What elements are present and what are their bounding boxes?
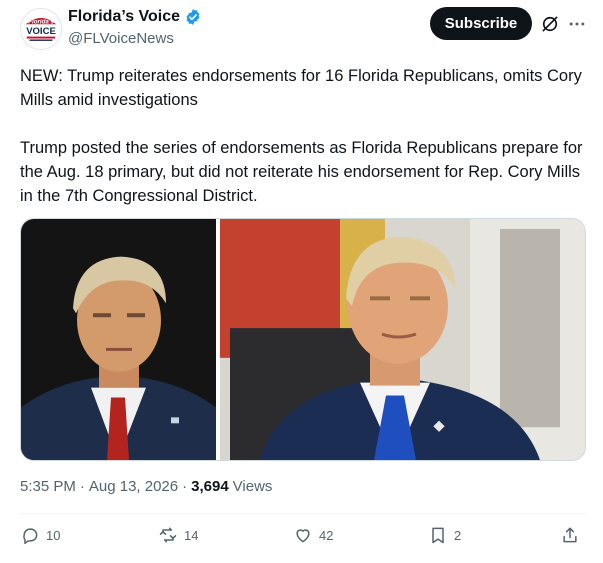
- repost-button[interactable]: 14: [158, 525, 198, 545]
- post-text: NEW: Trump reiterates endorsements for 1…: [20, 64, 590, 232]
- heart-icon: [296, 529, 310, 543]
- meta-separator-2: ·: [182, 478, 188, 495]
- post-body: Trump posted the series of endorsements …: [20, 139, 583, 205]
- account-avatar[interactable]: Florida's VOICE: [20, 8, 62, 50]
- share-button[interactable]: [560, 525, 580, 545]
- floridas-voice-logo: Florida's VOICE: [21, 9, 61, 49]
- repost-count: 14: [184, 527, 199, 543]
- post-headline: NEW: Trump reiterates endorsements for 1…: [20, 67, 582, 109]
- logo-text-line2: VOICE: [26, 26, 56, 37]
- bookmark-button[interactable]: 2: [428, 525, 461, 545]
- post-card: Florida's VOICE Florida’s Voice @FLVoice…: [0, 0, 603, 563]
- photo-portrait-dark[interactable]: [21, 219, 216, 460]
- post-date[interactable]: Aug 13, 2026: [89, 478, 178, 495]
- views-count: 3,694: [191, 478, 229, 495]
- verified-badge-icon[interactable]: [184, 8, 202, 26]
- reply-count: 10: [46, 527, 61, 543]
- grok-icon[interactable]: [540, 14, 560, 34]
- media-grid: [20, 218, 586, 461]
- post-time[interactable]: 5:35 PM: [20, 478, 76, 495]
- views-label: Views: [232, 478, 273, 495]
- photo-seated-office[interactable]: [220, 219, 585, 460]
- meta-separator: ·: [79, 478, 85, 495]
- like-button[interactable]: 42: [293, 525, 333, 545]
- action-bar: 10 14 42 2: [20, 525, 586, 555]
- like-count: 42: [319, 527, 334, 543]
- bookmark-count: 2: [454, 527, 462, 543]
- reply-icon: [23, 528, 38, 545]
- display-name[interactable]: Florida’s Voice: [68, 8, 180, 26]
- name-row: Florida’s Voice: [68, 8, 202, 26]
- subscribe-button[interactable]: Subscribe: [430, 7, 532, 40]
- repost-icon: [159, 527, 177, 543]
- reply-button[interactable]: 10: [20, 525, 60, 545]
- logo-text-line1: Florida's: [28, 18, 54, 25]
- more-horizontal-icon[interactable]: [567, 14, 587, 34]
- account-handle[interactable]: @FLVoiceNews: [68, 30, 174, 47]
- bookmark-icon: [432, 527, 444, 544]
- divider: [20, 513, 586, 514]
- share-icon: [563, 527, 577, 543]
- post-meta: 5:35 PM · Aug 13, 2026 · 3,694 Views: [20, 478, 272, 495]
